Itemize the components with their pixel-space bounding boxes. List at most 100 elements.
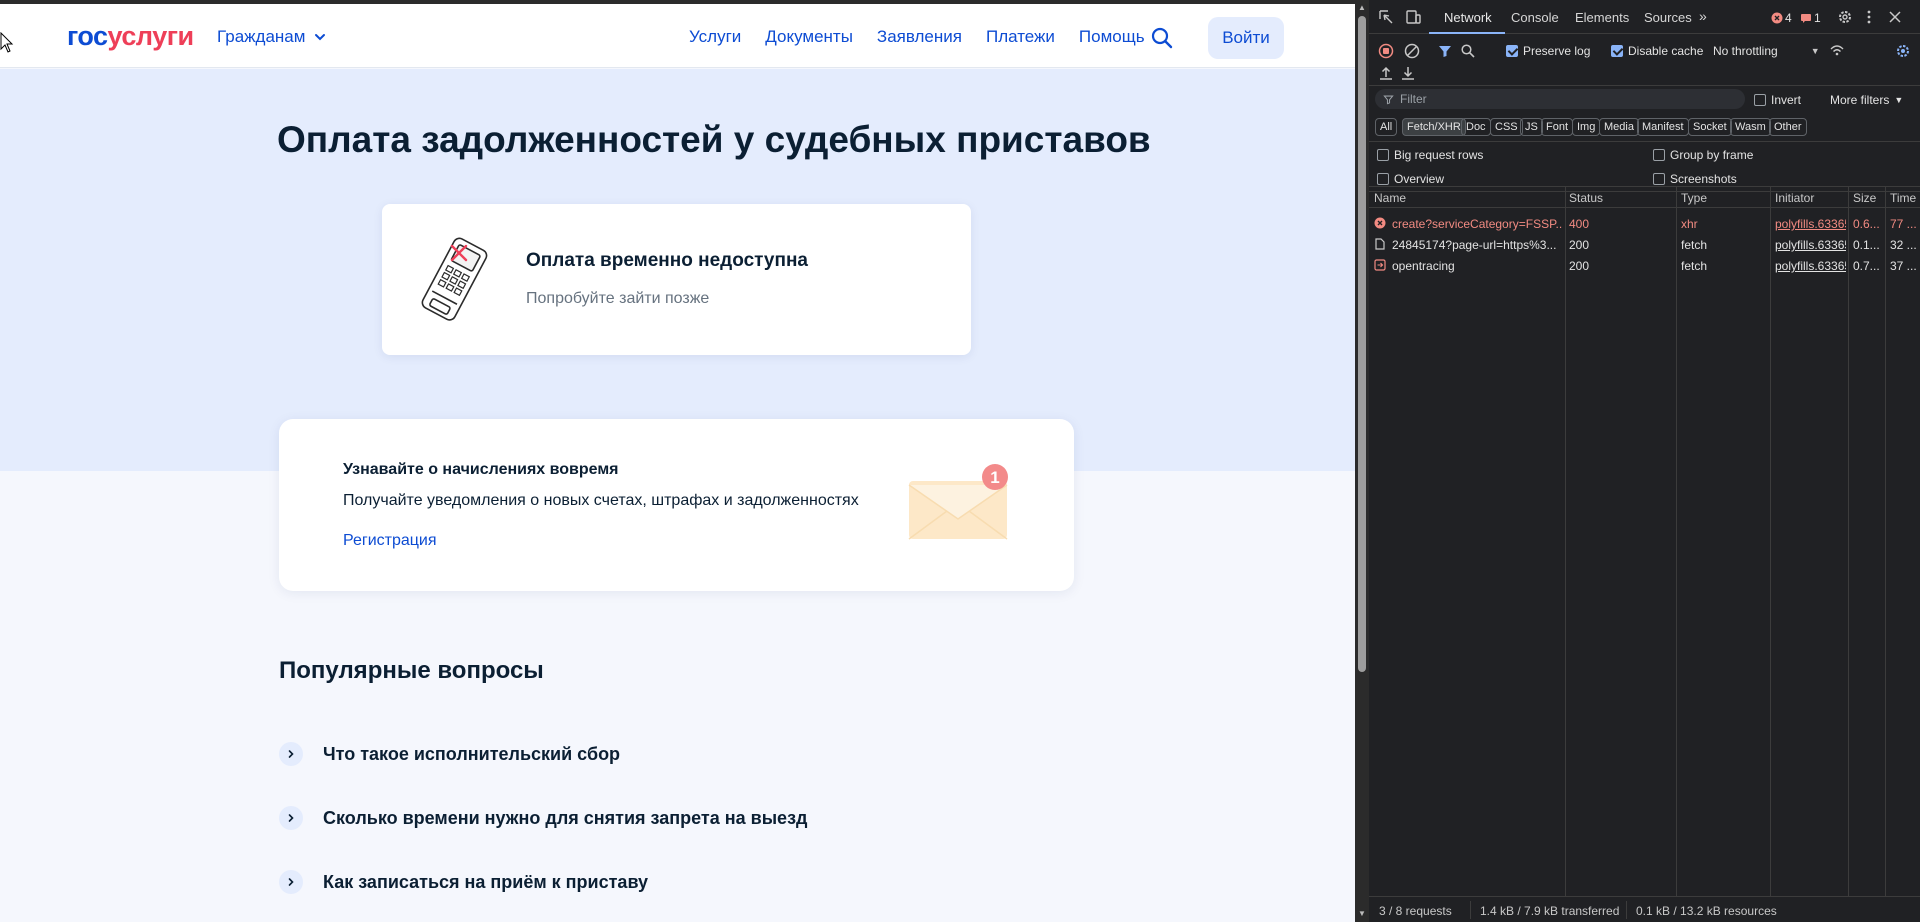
- record-stop-icon[interactable]: [1378, 43, 1394, 59]
- scrollbar-thumb[interactable]: [1358, 16, 1366, 672]
- column-initiator[interactable]: Initiator: [1775, 191, 1814, 205]
- import-har-icon[interactable]: [1378, 65, 1394, 81]
- type-filter-all[interactable]: All: [1375, 118, 1398, 136]
- request-initiator[interactable]: polyfills.63365: [1775, 217, 1846, 231]
- request-size: 0.7...: [1853, 259, 1880, 273]
- type-filter-socket[interactable]: Socket: [1688, 118, 1732, 136]
- kebab-menu-icon[interactable]: [1861, 9, 1877, 25]
- gosuslugi-logo[interactable]: госуслуги: [67, 21, 194, 52]
- column-divider: [1848, 186, 1849, 896]
- search-icon[interactable]: [1460, 43, 1476, 59]
- errors-count: 4: [1785, 11, 1792, 25]
- scroll-up-arrow-icon[interactable]: ▲: [1358, 4, 1366, 12]
- document-icon: [1375, 238, 1385, 250]
- page-scrollbar[interactable]: ▲ ▼: [1355, 0, 1369, 922]
- request-size: 0.6...: [1853, 217, 1880, 231]
- faq-item-label: Сколько времени нужно для снятия запрета…: [323, 807, 808, 828]
- column-status[interactable]: Status: [1569, 191, 1603, 205]
- login-button[interactable]: Войти: [1208, 17, 1284, 59]
- overview-checkbox[interactable]: Overview: [1377, 172, 1444, 186]
- invert-checkbox[interactable]: Invert: [1754, 93, 1801, 107]
- request-initiator[interactable]: polyfills.63365: [1775, 259, 1846, 273]
- type-filter-wasm[interactable]: Wasm: [1730, 118, 1771, 136]
- clear-icon[interactable]: [1404, 43, 1420, 59]
- more-filters-dropdown[interactable]: More filters ▼: [1830, 93, 1903, 107]
- message-icon: [1801, 14, 1811, 23]
- nav-services[interactable]: Услуги: [689, 27, 741, 47]
- network-settings-gear-icon[interactable]: [1895, 43, 1911, 59]
- preserve-log-checkbox[interactable]: Preserve log: [1506, 44, 1590, 58]
- column-time[interactable]: Time: [1890, 191, 1916, 205]
- errors-badge[interactable]: 4: [1771, 11, 1792, 25]
- page-title: Оплата задолженностей у судебных пристав…: [277, 119, 1151, 160]
- request-row[interactable]: 24845174?page-url=https%3... 200 fetch p…: [1369, 234, 1920, 255]
- column-type[interactable]: Type: [1681, 191, 1707, 205]
- inspect-element-icon[interactable]: [1378, 9, 1394, 25]
- invert-label: Invert: [1771, 93, 1802, 107]
- nav-applications[interactable]: Заявления: [877, 27, 962, 47]
- checkbox-checked-icon: [1611, 45, 1623, 57]
- checkbox-unchecked-icon: [1653, 149, 1665, 161]
- type-filter-other[interactable]: Other: [1769, 118, 1807, 136]
- group-by-frame-label: Group by frame: [1670, 148, 1754, 162]
- type-filter-doc[interactable]: Doc: [1461, 118, 1491, 136]
- more-tabs-icon[interactable]: »: [1699, 8, 1707, 24]
- type-filter-media[interactable]: Media: [1599, 118, 1639, 136]
- faq-title: Популярные вопросы: [279, 657, 544, 684]
- faq-item-3[interactable]: Как записаться на приём к приставу: [279, 870, 648, 894]
- throttling-select[interactable]: No throttling ▼: [1713, 44, 1820, 58]
- screenshots-label: Screenshots: [1670, 172, 1737, 186]
- search-icon[interactable]: [1150, 26, 1174, 50]
- request-initiator[interactable]: polyfills.63365: [1775, 238, 1846, 252]
- network-status-bar: 3 / 8 requests 1.4 kB / 7.9 kB transferr…: [1369, 896, 1920, 922]
- settings-gear-icon[interactable]: [1837, 9, 1853, 25]
- request-name: 24845174?page-url=https%3...: [1392, 238, 1557, 252]
- column-name[interactable]: Name: [1374, 191, 1406, 205]
- type-filter-fetch-xhr[interactable]: Fetch/XHR: [1402, 118, 1466, 136]
- request-row[interactable]: opentracing 200 fetch polyfills.63365 0.…: [1369, 255, 1920, 276]
- nav-documents[interactable]: Документы: [765, 27, 853, 47]
- request-type: fetch: [1681, 259, 1708, 273]
- big-request-rows-label: Big request rows: [1394, 148, 1484, 162]
- messages-badge[interactable]: 1: [1800, 11, 1821, 25]
- faq-item-1[interactable]: Что такое исполнительский сбор: [279, 742, 620, 766]
- request-row[interactable]: create?serviceCategory=FSSP... 400 xhr p…: [1369, 213, 1920, 234]
- network-conditions-icon[interactable]: [1829, 42, 1845, 58]
- notify-title: Узнавайте о начислениях вовремя: [343, 461, 619, 478]
- type-filter-font[interactable]: Font: [1541, 118, 1574, 136]
- column-size[interactable]: Size: [1853, 191, 1876, 205]
- faq-item-2[interactable]: Сколько времени нужно для снятия запрета…: [279, 806, 807, 830]
- disable-cache-label: Disable cache: [1628, 44, 1704, 58]
- unavailable-subtitle: Попробуйте зайти позже: [526, 290, 710, 307]
- audience-menu[interactable]: Гражданам: [217, 27, 327, 47]
- type-filter-js[interactable]: JS: [1520, 118, 1543, 136]
- request-size: 0.1...: [1853, 238, 1880, 252]
- export-har-icon[interactable]: [1400, 65, 1416, 81]
- checkbox-unchecked-icon: [1653, 173, 1665, 185]
- filter-funnel-icon[interactable]: [1437, 43, 1453, 59]
- device-toolbar-icon[interactable]: [1405, 9, 1421, 25]
- registration-link[interactable]: Регистрация: [343, 532, 437, 550]
- fetch-icon: [1374, 259, 1386, 271]
- close-devtools-icon[interactable]: [1887, 9, 1903, 25]
- group-by-frame-checkbox[interactable]: Group by frame: [1653, 148, 1753, 162]
- checkbox-unchecked-icon: [1377, 149, 1389, 161]
- tab-elements[interactable]: Elements: [1575, 10, 1629, 25]
- tab-sources[interactable]: Sources: [1644, 10, 1692, 25]
- type-filter-img[interactable]: Img: [1572, 118, 1601, 136]
- big-request-rows-checkbox[interactable]: Big request rows: [1377, 148, 1483, 162]
- filter-input[interactable]: Filter: [1375, 89, 1745, 109]
- tab-network[interactable]: Network: [1444, 10, 1492, 25]
- type-filter-css[interactable]: CSS: [1490, 118, 1523, 136]
- scroll-down-arrow-icon[interactable]: ▼: [1358, 910, 1366, 918]
- resource-type-filters: All Fetch/XHR Doc CSS JS Font Img Media …: [1369, 114, 1920, 142]
- request-type: fetch: [1681, 238, 1708, 252]
- tab-console[interactable]: Console: [1511, 10, 1559, 25]
- type-filter-manifest[interactable]: Manifest: [1637, 118, 1689, 136]
- network-options: Big request rows Group by frame Overview…: [1369, 142, 1920, 192]
- chevron-right-icon: [279, 742, 303, 766]
- nav-payments[interactable]: Платежи: [986, 27, 1055, 47]
- nav-help[interactable]: Помощь: [1079, 27, 1145, 47]
- disable-cache-checkbox[interactable]: Disable cache: [1611, 44, 1703, 58]
- screenshots-checkbox[interactable]: Screenshots: [1653, 172, 1737, 186]
